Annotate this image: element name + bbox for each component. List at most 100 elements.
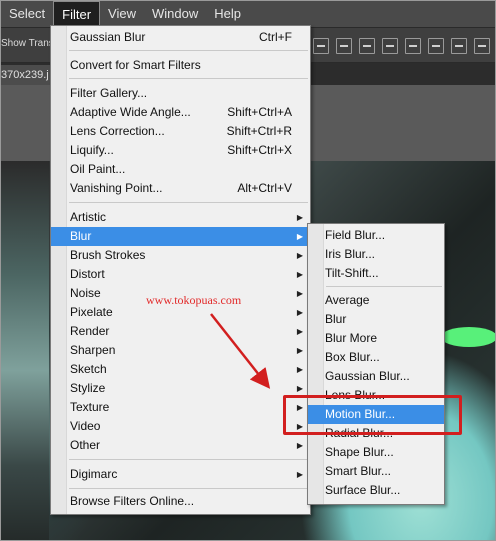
submenu-arrow-icon: ▶	[296, 213, 303, 222]
menu-item-label: Other	[70, 438, 101, 452]
menu-item-tilt-shift[interactable]: Tilt-Shift...	[308, 264, 444, 283]
menu-item-render[interactable]: Render ▶	[51, 322, 310, 341]
menu-item-label: Iris Blur...	[325, 247, 376, 261]
menu-item-oil-paint[interactable]: Oil Paint...	[51, 160, 310, 179]
menu-item-label: Vanishing Point...	[70, 181, 163, 195]
menu-item-liquify[interactable]: Liquify... Shift+Ctrl+X	[51, 141, 310, 160]
menu-item-label: Surface Blur...	[325, 483, 401, 497]
menu-help[interactable]: Help	[206, 1, 249, 27]
menu-item-adaptive-wide-angle[interactable]: Adaptive Wide Angle... Shift+Ctrl+A	[51, 103, 310, 122]
menu-item-label: Shape Blur...	[325, 445, 394, 459]
align-top-icon[interactable]	[313, 38, 329, 54]
menu-item-surface-blur[interactable]: Surface Blur...	[308, 481, 444, 500]
menu-item-convert-smart-filters[interactable]: Convert for Smart Filters	[51, 56, 310, 75]
menu-item-distort[interactable]: Distort ▶	[51, 265, 310, 284]
menu-item-shortcut: Alt+Ctrl+V	[237, 181, 292, 195]
menu-item-label: Filter Gallery...	[70, 86, 148, 100]
document-tab[interactable]: 370x239.j	[1, 65, 55, 85]
submenu-arrow-icon: ▶	[296, 365, 303, 374]
distribute-center-icon[interactable]	[474, 38, 490, 54]
menu-select[interactable]: Select	[1, 1, 53, 27]
menu-item-label: Box Blur...	[325, 350, 380, 364]
menu-item-stylize[interactable]: Stylize ▶	[51, 379, 310, 398]
menu-item-lens-correction[interactable]: Lens Correction... Shift+Ctrl+R	[51, 122, 310, 141]
menu-item-box-blur[interactable]: Box Blur...	[308, 348, 444, 367]
menu-separator	[69, 50, 308, 51]
menu-item-sharpen[interactable]: Sharpen ▶	[51, 341, 310, 360]
align-bottom-icon[interactable]	[359, 38, 375, 54]
submenu-arrow-icon: ▶	[296, 327, 303, 336]
menu-item-shortcut: Shift+Ctrl+X	[227, 143, 292, 157]
submenu-arrow-icon: ▶	[296, 470, 303, 479]
menu-item-texture[interactable]: Texture ▶	[51, 398, 310, 417]
menu-item-label: Pixelate	[70, 305, 113, 319]
menubar: Select Filter View Window Help	[1, 1, 495, 27]
menu-item-label: Artistic	[70, 210, 106, 224]
menu-item-label: Brush Strokes	[70, 248, 146, 262]
menu-window[interactable]: Window	[144, 1, 206, 27]
menu-separator	[69, 202, 308, 203]
menu-item-video[interactable]: Video ▶	[51, 417, 310, 436]
menu-filter[interactable]: Filter	[53, 1, 101, 27]
menu-item-last-filter[interactable]: Gaussian Blur Ctrl+F	[51, 28, 310, 47]
show-transform-controls-label[interactable]: Show Trans	[1, 38, 54, 49]
menu-item-blur-plain[interactable]: Blur	[308, 310, 444, 329]
distribute-top-icon[interactable]	[451, 38, 467, 54]
menu-item-label: Digimarc	[70, 467, 118, 481]
photo-lips	[441, 327, 495, 347]
menu-item-average[interactable]: Average	[308, 291, 444, 310]
menu-item-field-blur[interactable]: Field Blur...	[308, 226, 444, 245]
menu-item-label: Noise	[70, 286, 101, 300]
screenshot-frame: Select Filter View Window Help Show Tran…	[0, 0, 496, 541]
menu-view[interactable]: View	[100, 1, 144, 27]
menu-item-label: Average	[325, 293, 370, 307]
menu-item-label: Lens Correction...	[70, 124, 165, 138]
menu-item-label: Texture	[70, 400, 110, 414]
align-vertical-center-icon[interactable]	[336, 38, 352, 54]
menu-item-label: Gaussian Blur...	[325, 369, 410, 383]
blur-submenu: Field Blur... Iris Blur... Tilt-Shift...…	[307, 223, 445, 505]
menu-item-label: Render	[70, 324, 110, 338]
menu-item-blur[interactable]: Blur ▶	[51, 227, 310, 246]
menu-item-filter-gallery[interactable]: Filter Gallery...	[51, 84, 310, 103]
menu-item-smart-blur[interactable]: Smart Blur...	[308, 462, 444, 481]
menu-item-label: Oil Paint...	[70, 162, 126, 176]
menu-item-label: Blur More	[325, 331, 378, 345]
menu-item-label: Blur	[70, 229, 92, 243]
menu-item-label: Tilt-Shift...	[325, 266, 379, 280]
submenu-arrow-icon: ▶	[296, 232, 303, 241]
menu-item-shortcut: Ctrl+F	[259, 30, 292, 44]
submenu-arrow-icon: ▶	[296, 346, 303, 355]
submenu-arrow-icon: ▶	[296, 308, 303, 317]
menu-separator	[69, 78, 308, 79]
menu-item-shape-blur[interactable]: Shape Blur...	[308, 443, 444, 462]
menu-separator	[69, 459, 308, 460]
submenu-arrow-icon: ▶	[296, 289, 303, 298]
menu-item-label: Gaussian Blur	[70, 30, 146, 44]
menu-item-label: Sharpen	[70, 343, 116, 357]
menu-item-shortcut: Shift+Ctrl+A	[227, 105, 292, 119]
menu-item-label: Liquify...	[70, 143, 114, 157]
menu-item-brush-strokes[interactable]: Brush Strokes ▶	[51, 246, 310, 265]
align-icons-group	[313, 38, 490, 54]
menu-item-artistic[interactable]: Artistic ▶	[51, 208, 310, 227]
align-right-icon[interactable]	[428, 38, 444, 54]
menu-separator	[69, 488, 308, 489]
menu-item-label: Stylize	[70, 381, 106, 395]
menu-item-gaussian-blur[interactable]: Gaussian Blur...	[308, 367, 444, 386]
menu-item-other[interactable]: Other ▶	[51, 436, 310, 455]
submenu-arrow-icon: ▶	[296, 270, 303, 279]
menu-item-browse-filters-online[interactable]: Browse Filters Online...	[51, 492, 310, 511]
highlight-box	[283, 395, 462, 435]
menu-item-label: Browse Filters Online...	[70, 494, 195, 508]
menu-item-label: Sketch	[70, 362, 107, 376]
menu-item-label: Adaptive Wide Angle...	[70, 105, 191, 119]
menu-item-blur-more[interactable]: Blur More	[308, 329, 444, 348]
menu-item-vanishing-point[interactable]: Vanishing Point... Alt+Ctrl+V	[51, 179, 310, 198]
menu-item-digimarc[interactable]: Digimarc ▶	[51, 465, 310, 484]
menu-item-iris-blur[interactable]: Iris Blur...	[308, 245, 444, 264]
menu-item-sketch[interactable]: Sketch ▶	[51, 360, 310, 379]
align-horizontal-center-icon[interactable]	[405, 38, 421, 54]
menu-item-label: Smart Blur...	[325, 464, 392, 478]
align-left-icon[interactable]	[382, 38, 398, 54]
